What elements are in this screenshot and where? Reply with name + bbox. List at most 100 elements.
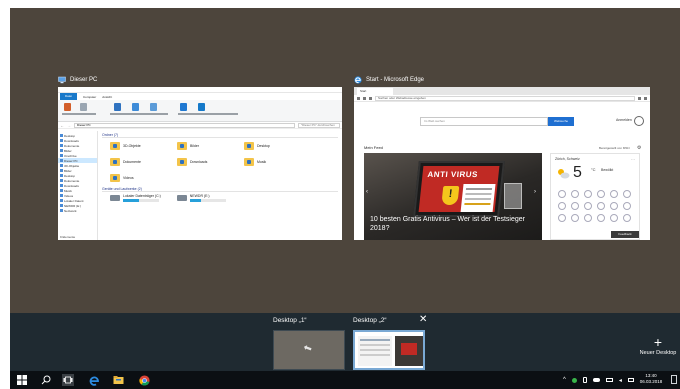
computer-icon bbox=[58, 76, 66, 84]
forecast-icon bbox=[570, 190, 579, 198]
phone-icon[interactable] bbox=[582, 377, 587, 383]
home-icon bbox=[369, 96, 372, 100]
forecast-grid bbox=[555, 190, 633, 222]
cloud-icon[interactable] bbox=[592, 378, 600, 382]
forward-arrow-icon: → bbox=[67, 122, 71, 128]
window-thumbnail-explorer[interactable]: Datei Computer Ansicht ← → Dieser PC "Di… bbox=[58, 87, 342, 240]
drive-icon bbox=[60, 204, 63, 207]
folder-item: Videos bbox=[110, 172, 175, 184]
desktop-2-thumbnail[interactable] bbox=[353, 330, 425, 370]
ribbon-tab-file: Datei bbox=[60, 93, 78, 100]
chevron-left-icon: ‹ bbox=[366, 189, 368, 195]
folder-icon bbox=[60, 184, 63, 187]
explorer-body: Desktop Downloads Dokumente Bilder OneDr… bbox=[58, 131, 342, 240]
new-desktop-label: Neuer Desktop bbox=[639, 350, 677, 356]
forecast-icon bbox=[622, 190, 631, 198]
edge-tab-strip: Start bbox=[354, 87, 650, 95]
folder-icon bbox=[60, 164, 63, 167]
map-drive-icon bbox=[132, 103, 139, 111]
edge-icon[interactable] bbox=[88, 374, 100, 386]
back-arrow-icon bbox=[357, 96, 360, 100]
refresh-icon bbox=[363, 96, 366, 100]
battery-icon[interactable] bbox=[605, 378, 613, 382]
chrome-icon[interactable] bbox=[138, 374, 150, 386]
forecast-icon bbox=[622, 202, 631, 210]
edge-web-search-button: Websuche bbox=[548, 117, 574, 126]
news-card: ANTI VIRUS ! ‹ › 10 besten Gratis Antivi… bbox=[364, 153, 542, 240]
weather-unit: °C bbox=[591, 167, 596, 172]
ribbon-tab-view: Ansicht bbox=[102, 94, 113, 99]
chevron-up-icon[interactable]: ^ bbox=[563, 377, 566, 383]
folders-grid: 3D-Objekte Bilder Desktop Dokumente Down… bbox=[102, 140, 338, 184]
forecast-icon bbox=[609, 202, 618, 210]
edge-address-row: Suchen oder Webadresse eingeben bbox=[354, 95, 650, 102]
forecast-icon bbox=[609, 190, 618, 198]
explorer-nav-pane: Desktop Downloads Dokumente Bilder OneDr… bbox=[58, 131, 98, 240]
desktop-1-thumbnail[interactable]: ⬉ bbox=[273, 330, 345, 370]
news-headline: 10 besten Gratis Antivirus – Wer ist der… bbox=[370, 216, 525, 232]
explorer-ribbon-tabs: Datei Computer Ansicht bbox=[58, 93, 342, 100]
window-title-text: Dieser PC bbox=[70, 77, 98, 83]
close-icon[interactable]: ✕ bbox=[419, 315, 427, 325]
drives-section-header: Geräte und Laufwerke (2) bbox=[102, 187, 338, 192]
forecast-icon bbox=[583, 190, 592, 198]
partly-sunny-icon bbox=[558, 169, 570, 179]
forecast-icon bbox=[596, 202, 605, 210]
drive-icon bbox=[60, 199, 63, 202]
explorer-content: Ordner (7) 3D-Objekte Bilder Desktop Dok… bbox=[102, 133, 338, 238]
new-desktop-button[interactable]: + Neuer Desktop bbox=[638, 335, 678, 356]
weather-temperature: 5 bbox=[573, 164, 582, 181]
folder-item: Dokumente bbox=[110, 156, 175, 168]
folder-icon bbox=[60, 139, 63, 142]
warning-shield-icon: ! bbox=[441, 186, 460, 205]
network-icon bbox=[60, 209, 63, 212]
virtual-desktops-strip: Desktop „1“ ⬉ Desktop „2“ ✕ + Neuer Desk… bbox=[10, 313, 680, 371]
window-title-edge[interactable]: Start - Microsoft Edge bbox=[354, 74, 424, 86]
plus-icon: + bbox=[653, 334, 663, 350]
add-location-icon bbox=[150, 103, 157, 111]
folder-icon bbox=[110, 158, 120, 166]
window-title-text: Start - Microsoft Edge bbox=[366, 77, 425, 83]
drives-list: Lokaler Datenträger (C:) NEWDR (E:) bbox=[102, 194, 338, 202]
gear-icon: ⚙ bbox=[637, 145, 642, 151]
volume-icon[interactable]: ◂ bbox=[619, 377, 622, 384]
search-icon[interactable] bbox=[40, 374, 52, 386]
folders-section-header: Ordner (7) bbox=[102, 133, 338, 138]
windows-start-icon[interactable] bbox=[16, 374, 28, 386]
computer-icon bbox=[60, 159, 63, 162]
folder-item: 3D-Objekte bbox=[110, 140, 175, 152]
folder-icon bbox=[60, 174, 63, 177]
action-center-icon[interactable] bbox=[671, 375, 677, 384]
explorer-address-row: ← → Dieser PC "Dieser PC" durchsuchen bbox=[58, 122, 342, 129]
folder-item: Bilder bbox=[177, 140, 242, 152]
window-thumbnail-edge[interactable]: Start Suchen oder Webadresse eingeben Im… bbox=[354, 87, 650, 240]
more-icon bbox=[644, 96, 647, 100]
forecast-icon bbox=[570, 202, 579, 210]
explorer-status-bar: 9 Elemente bbox=[60, 235, 76, 239]
cloud-icon bbox=[60, 154, 63, 157]
taskbar-clock[interactable]: 13:40 06.03.2018 bbox=[636, 373, 666, 385]
forecast-icon bbox=[583, 214, 592, 222]
drive-item: NEWDR (E:) bbox=[176, 194, 226, 202]
forecast-icon bbox=[583, 202, 592, 210]
forecast-icon bbox=[596, 214, 605, 222]
chevron-right-icon: › bbox=[534, 189, 536, 195]
news-image: ANTI VIRUS ! bbox=[413, 161, 505, 217]
ribbon-tab-computer: Computer bbox=[83, 94, 97, 99]
weather-description: Bewölkt bbox=[601, 168, 614, 172]
news-image-text: ANTI VIRUS bbox=[427, 170, 479, 179]
folder-icon bbox=[60, 189, 63, 192]
keyboard-icon[interactable] bbox=[627, 378, 634, 382]
file-explorer-icon[interactable] bbox=[112, 374, 124, 386]
folder-icon bbox=[244, 158, 254, 166]
media-access-icon bbox=[114, 103, 121, 111]
forecast-icon bbox=[609, 214, 618, 222]
folder-icon bbox=[60, 179, 63, 182]
folder-icon bbox=[244, 142, 254, 150]
green-status-icon[interactable] bbox=[571, 377, 577, 383]
desktop-2-label: Desktop „2“ bbox=[353, 317, 387, 324]
window-title-explorer[interactable]: Dieser PC bbox=[58, 74, 97, 86]
edge-sign-in-label: Anmelden bbox=[616, 118, 632, 122]
forecast-icon bbox=[557, 190, 566, 198]
task-view-icon[interactable] bbox=[62, 374, 74, 386]
